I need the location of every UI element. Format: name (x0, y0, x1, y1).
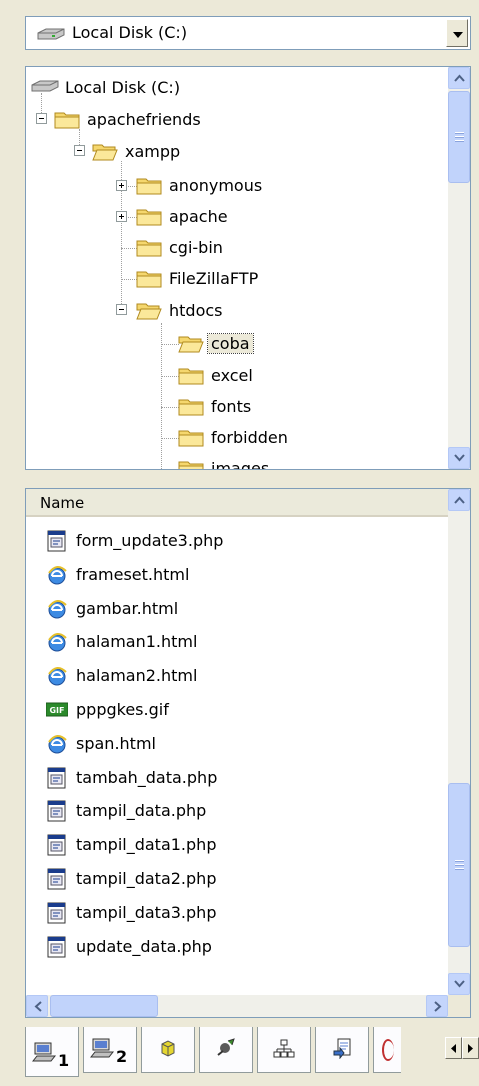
folder-icon (136, 178, 162, 195)
tab-partial[interactable] (373, 1027, 401, 1073)
file-name: tampil_data2.php (76, 869, 217, 888)
tree-root-label: Local Disk (C:) (65, 78, 181, 97)
collapse-toggle[interactable] (36, 113, 47, 124)
plugin-icon (217, 1038, 235, 1056)
php-file-icon (46, 800, 68, 822)
hard-drive-icon (31, 80, 59, 92)
file-name: tampil_data3.php (76, 902, 217, 922)
file-name: update_data.php (76, 936, 212, 956)
folder-icon (136, 209, 162, 226)
folder-icon (178, 368, 204, 385)
php-file-icon (46, 936, 68, 958)
scroll-thumb[interactable] (448, 91, 470, 183)
arrow-left-icon (451, 1044, 456, 1053)
svg-text:GIF: GIF (49, 706, 64, 715)
computer-icon (90, 1038, 115, 1058)
file-name: pppgkes.gif (76, 700, 169, 719)
file-list[interactable]: Name form_update3.php frameset.html gambar… (25, 488, 471, 1018)
drive-selector-label: Local Disk (C:) (72, 23, 188, 42)
file-name: tambah_data.php (76, 767, 218, 787)
chevron-up-icon (454, 496, 465, 504)
chevron-left-icon (34, 1001, 42, 1012)
cube-icon (161, 1040, 175, 1057)
tab-scroll-right-button[interactable] (462, 1037, 479, 1059)
file-name: span.html (76, 733, 156, 753)
horizontal-scroll-thumb[interactable] (50, 995, 158, 1017)
scroll-down-button[interactable] (448, 973, 470, 995)
arrow-right-icon (468, 1044, 473, 1053)
expand-toggle[interactable] (116, 180, 127, 191)
partial-tab-icon (382, 1039, 394, 1061)
folder-icon (136, 240, 162, 257)
scroll-down-button[interactable] (448, 447, 470, 469)
document-arrow-icon (333, 1038, 351, 1059)
ie-html-icon (46, 631, 68, 653)
tree-vertical-scrollbar[interactable] (448, 67, 470, 469)
tab-scroll-left-button[interactable] (445, 1037, 462, 1059)
ie-html-icon (46, 564, 68, 586)
tab-plugin[interactable] (199, 1027, 253, 1073)
tab-network[interactable] (257, 1027, 311, 1073)
open-folder-icon (92, 144, 118, 161)
folder-icon (136, 271, 162, 288)
php-file-icon (46, 834, 68, 856)
ie-html-icon (46, 733, 68, 755)
tab-scroll-buttons (445, 1037, 479, 1059)
php-file-icon (46, 902, 68, 924)
folder-icon (178, 430, 204, 447)
tab-computer-1[interactable]: 1 (25, 1027, 79, 1077)
file-name: form_update3.php (76, 531, 224, 550)
folder-icon (178, 461, 204, 469)
chevron-down-icon (454, 980, 465, 988)
scroll-thumb[interactable] (448, 783, 470, 947)
file-name: gambar.html (76, 598, 179, 618)
ie-html-icon (46, 598, 68, 620)
collapse-toggle[interactable] (74, 145, 85, 156)
file-name: frameset.html (76, 564, 190, 584)
php-file-icon (46, 530, 68, 552)
scroll-up-button[interactable] (448, 67, 470, 89)
file-name: halaman1.html (76, 632, 198, 652)
tab-cube[interactable] (141, 1027, 195, 1073)
chevron-down-icon (454, 454, 465, 462)
bottom-tab-bar: 1 2 (25, 1027, 479, 1086)
hard-drive-icon (37, 28, 65, 40)
column-header-name[interactable]: Name (26, 489, 448, 517)
open-folder-icon (178, 336, 204, 353)
chevron-up-icon (454, 74, 465, 82)
php-file-icon (46, 868, 68, 890)
folder-tree[interactable]: Local Disk (C:) apachefriends xampp anon… (25, 66, 471, 470)
drive-selector[interactable]: Local Disk (C:) (25, 16, 471, 50)
list-horizontal-scrollbar[interactable] (26, 995, 448, 1017)
scroll-left-button[interactable] (26, 995, 48, 1017)
php-file-icon (46, 767, 68, 789)
computer-icon (32, 1042, 57, 1062)
gif-file-icon: GIF (45, 699, 69, 721)
tab-computer-2[interactable]: 2 (83, 1027, 137, 1073)
expand-toggle[interactable] (116, 211, 127, 222)
collapse-toggle[interactable] (116, 304, 127, 315)
chevron-right-icon (434, 1001, 442, 1012)
file-name: tampil_data.php (76, 801, 207, 821)
scroll-right-button[interactable] (426, 995, 448, 1017)
network-icon (273, 1039, 295, 1058)
scroll-up-button[interactable] (448, 489, 470, 511)
dropdown-arrow-button[interactable] (446, 19, 468, 47)
file-name: tampil_data1.php (76, 835, 217, 855)
list-vertical-scrollbar[interactable] (448, 489, 470, 995)
open-folder-icon (136, 303, 162, 320)
folder-icon (54, 112, 80, 129)
file-name: halaman2.html (76, 666, 198, 686)
tab-document-transfer[interactable] (315, 1027, 369, 1073)
ie-html-icon (46, 665, 68, 687)
folder-icon (178, 399, 204, 416)
